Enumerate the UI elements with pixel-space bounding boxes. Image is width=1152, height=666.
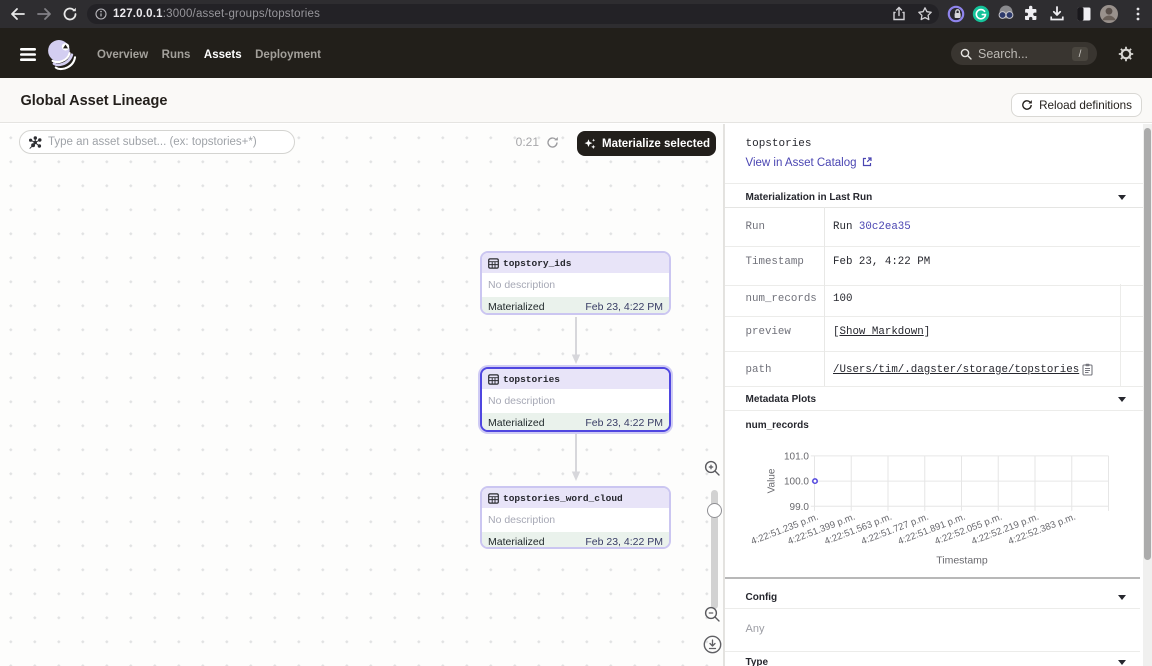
- svg-text:99.0: 99.0: [790, 502, 810, 513]
- svg-text:Timestamp: Timestamp: [936, 555, 988, 567]
- svg-text:101.0: 101.0: [784, 451, 809, 462]
- svg-text:Value: Value: [767, 468, 778, 493]
- svg-text:100.0: 100.0: [784, 477, 809, 488]
